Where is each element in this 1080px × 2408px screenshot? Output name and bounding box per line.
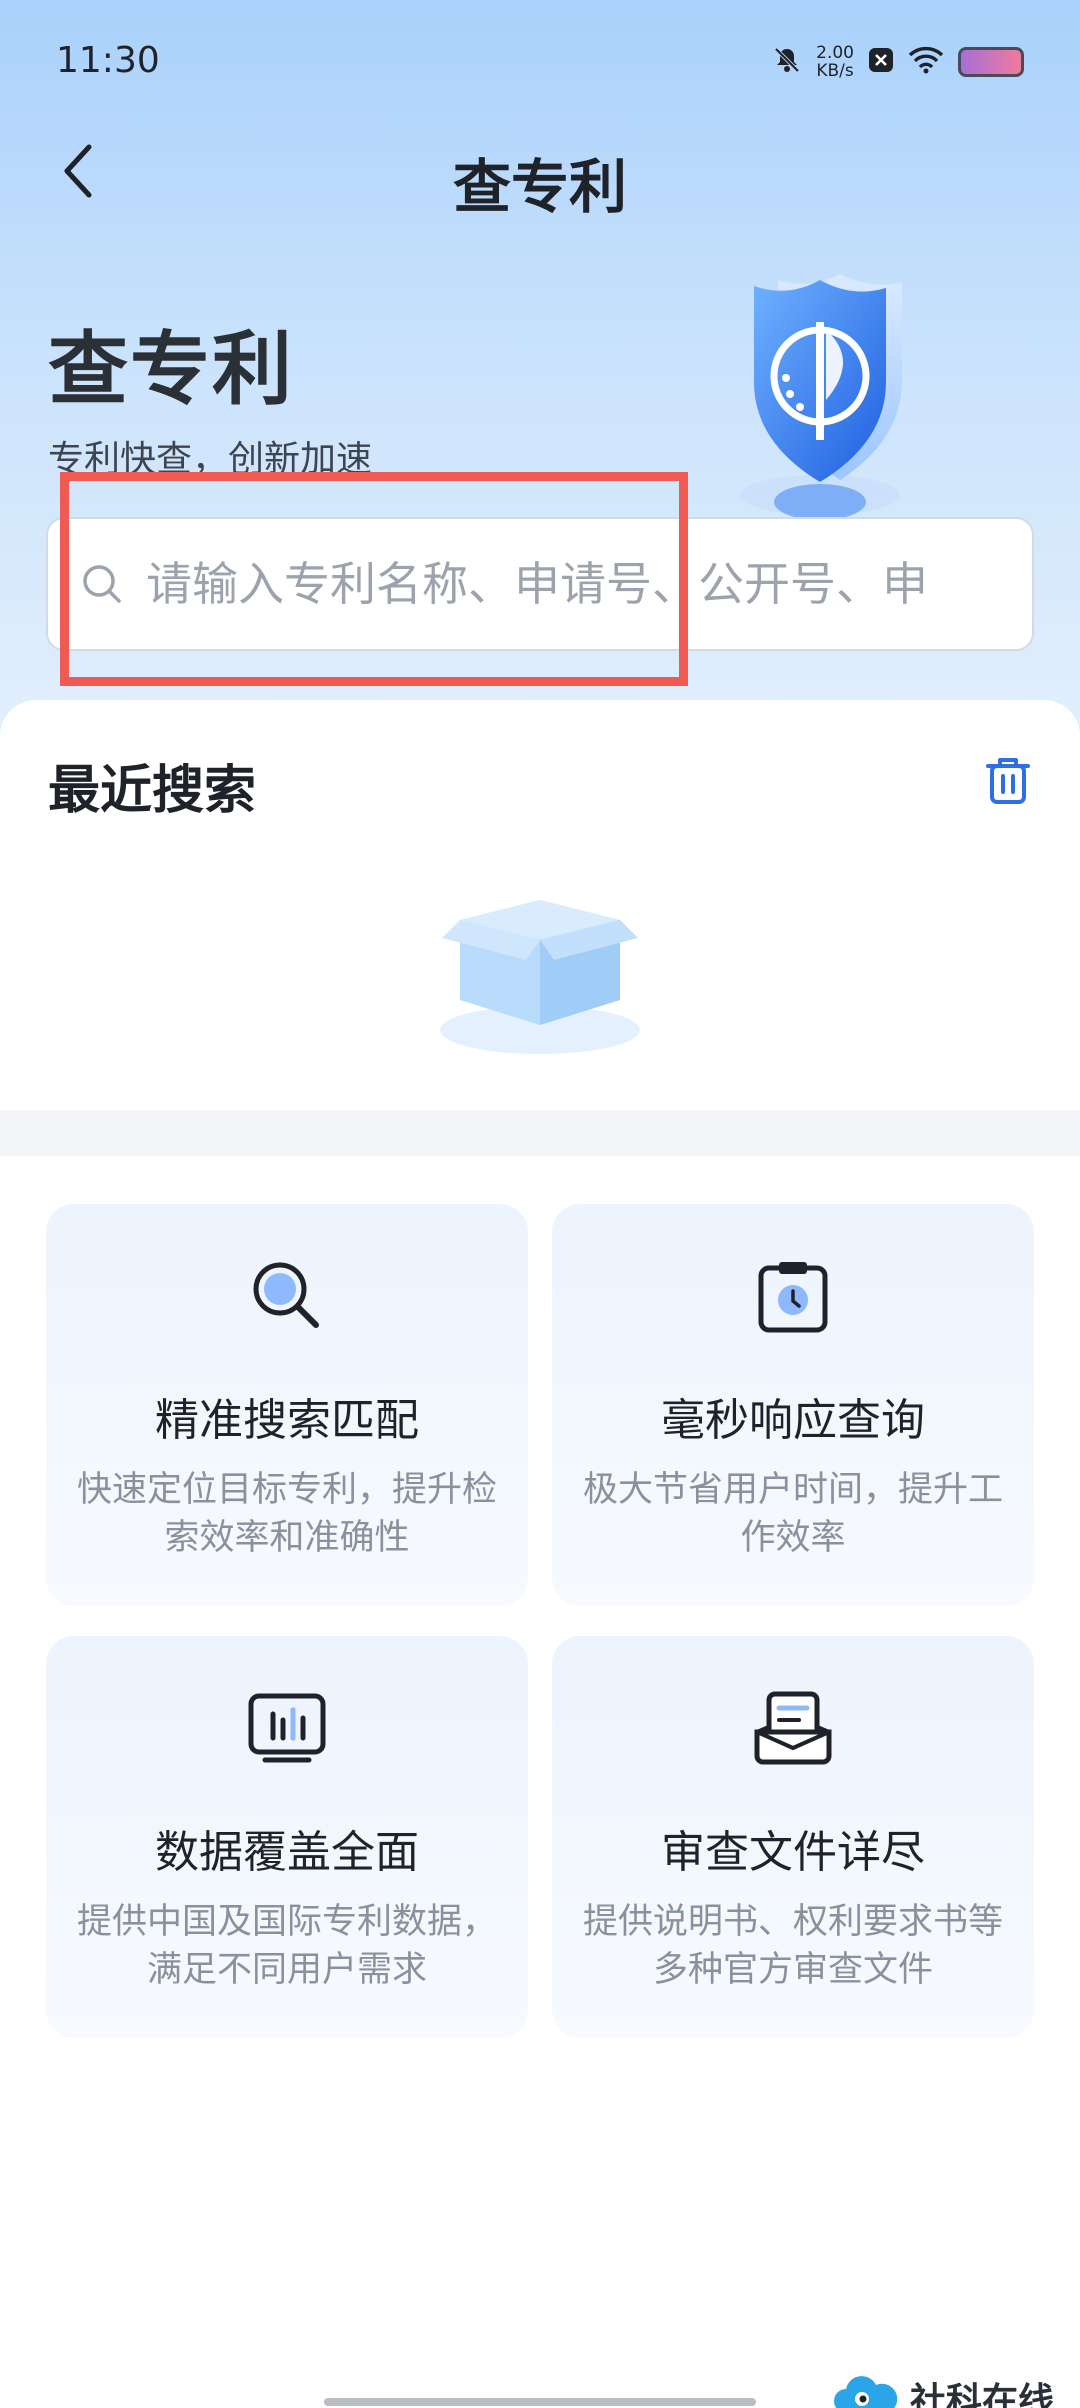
feature-desc: 快速定位目标专利，提升检索效率和准确性 <box>76 1470 497 1558</box>
shield-icon <box>690 260 950 530</box>
feature-title: 精准搜索匹配 <box>155 1395 419 1446</box>
feature-title: 数据覆盖全面 <box>155 1827 419 1878</box>
battery-icon <box>958 47 1024 77</box>
monitor-chart-icon <box>247 1688 327 1768</box>
section-divider <box>0 1110 1080 1156</box>
search-bar[interactable] <box>46 517 1034 651</box>
feature-title: 毫秒响应查询 <box>661 1395 925 1446</box>
speed-value: 2.00 <box>816 43 854 63</box>
feature-desc: 提供中国及国际专利数据，满足不同用户需求 <box>76 1902 497 1990</box>
status-icons: 2.00 KB/s <box>772 44 1024 80</box>
feature-card-fast-query: 毫秒响应查询 极大节省用户时间，提升工作效率 <box>552 1204 1034 1606</box>
watermark: 社科在线 <box>832 2372 1054 2408</box>
feature-desc: 极大节省用户时间，提升工作效率 <box>582 1470 1003 1558</box>
recent-search-title: 最近搜索 <box>48 761 257 821</box>
empty-box-icon <box>420 880 660 1060</box>
wifi-icon <box>908 46 944 78</box>
hero-subtitle: 专利快查，创新加速 <box>48 439 373 480</box>
hero-title: 查专利 <box>48 323 294 416</box>
search-input[interactable] <box>146 557 1006 611</box>
feature-card-review-documents: 审查文件详尽 提供说明书、权利要求书等多种官方审查文件 <box>552 1636 1034 2038</box>
speed-unit: KB/s <box>816 61 854 81</box>
clipboard-clock-icon <box>753 1256 833 1336</box>
search-icon <box>80 562 124 606</box>
network-speed: 2.00 KB/s <box>816 44 854 80</box>
close-notification-icon <box>868 47 894 77</box>
watermark-text: 社科在线 <box>910 2381 1055 2408</box>
clear-history-button[interactable] <box>980 752 1036 808</box>
feature-desc: 提供说明书、权利要求书等多种官方审查文件 <box>582 1902 1003 1990</box>
feature-card-precise-search: 精准搜索匹配 快速定位目标专利，提升检索效率和准确性 <box>46 1204 528 1606</box>
document-tray-icon <box>753 1688 833 1768</box>
status-bar: 11:30 2.00 KB/s <box>0 0 1080 120</box>
home-indicator[interactable] <box>324 2398 756 2406</box>
feature-title: 审查文件详尽 <box>661 1827 925 1878</box>
trash-icon <box>980 758 1036 812</box>
page-title: 查专利 <box>452 153 627 221</box>
feature-card-data-coverage: 数据覆盖全面 提供中国及国际专利数据，满足不同用户需求 <box>46 1636 528 2038</box>
magnifier-icon <box>247 1256 327 1336</box>
mute-bell-icon <box>772 45 802 79</box>
cloud-logo-icon <box>832 2375 902 2408</box>
status-time: 11:30 <box>56 40 160 81</box>
